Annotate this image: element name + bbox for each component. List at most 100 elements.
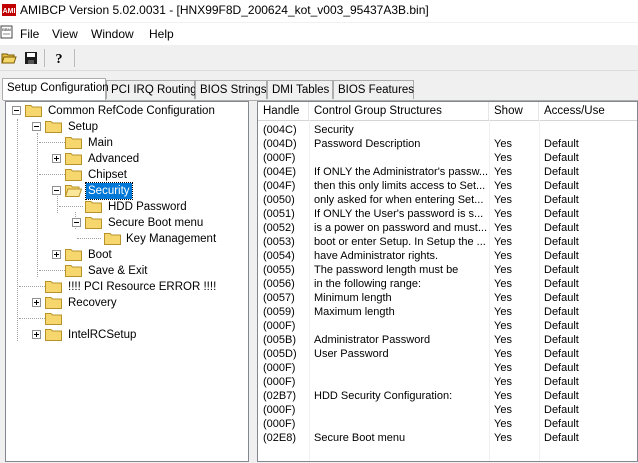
table-row[interactable]: (0050) only asked for when entering Set..… (258, 193, 637, 207)
cell-access-use: Default (544, 222, 579, 234)
collapse-icon[interactable] (52, 186, 61, 195)
cell-control-group: Secure Boot menu (314, 432, 406, 444)
column-header-handle[interactable]: Handle (258, 102, 309, 120)
tab-bios-strings[interactable]: BIOS Strings (195, 80, 267, 99)
cell-show: Yes (494, 418, 512, 430)
cell-handle: (0056) (263, 278, 295, 290)
tab-strip: Setup Configuration PCI IRQ Routing BIOS… (0, 78, 638, 100)
expand-icon[interactable] (52, 250, 61, 259)
table-row[interactable]: (000F) Yes Default (258, 375, 637, 389)
cell-handle: (0054) (263, 250, 295, 262)
svg-text:AMI: AMI (3, 8, 16, 15)
cell-control-group (309, 319, 489, 333)
cell-access-use: Default (544, 250, 579, 262)
cell-show: Yes (494, 390, 512, 402)
table-row[interactable]: (02E8) Secure Boot menu Yes Default (258, 431, 637, 445)
tab-bios-features[interactable]: BIOS Features (333, 80, 414, 99)
document-icon[interactable]: BBM (0, 25, 14, 39)
cell-access-use: Default (544, 180, 579, 192)
cell-control-group: then this only limits access to Set... (314, 180, 486, 192)
setup-tree[interactable]: Common RefCode Configuration Setup Main … (5, 101, 249, 462)
window-title: AMIBCP Version 5.02.0031 - [HNX99F8D_200… (20, 3, 429, 17)
table-row[interactable]: (0056) in the following range: Yes Default (258, 277, 637, 291)
tab-pci-irq-routing[interactable]: PCI IRQ Routing (106, 80, 197, 99)
expand-icon[interactable] (52, 154, 61, 163)
tree-selected-label: Security (85, 182, 133, 200)
help-button[interactable]: ? (50, 49, 68, 67)
menu-help[interactable]: Help (149, 27, 174, 41)
cell-show: Yes (494, 250, 512, 262)
collapse-icon[interactable] (12, 106, 21, 115)
cell-control-group: Minimum length (314, 292, 392, 304)
cell-access-use: Default (544, 376, 579, 388)
svg-text:?: ? (56, 52, 63, 66)
cell-handle: (005D) (263, 348, 297, 360)
save-button[interactable] (22, 49, 40, 67)
cell-access-use: Default (544, 390, 579, 402)
table-row[interactable]: (004E) If ONLY the Administrator's passw.… (258, 165, 637, 179)
table-row[interactable]: (0059) Maximum length Yes Default (258, 305, 637, 319)
cell-access-use: Default (544, 138, 579, 150)
cell-handle: (0053) (263, 236, 295, 248)
column-header-show[interactable]: Show (489, 102, 539, 120)
folder-icon (25, 105, 42, 117)
table-row[interactable]: (0051) If ONLY the User's password is s..… (258, 207, 637, 221)
cell-access-use: Default (544, 194, 579, 206)
cell-control-group: in the following range: (314, 278, 422, 290)
menu-bar: BBM File View Window Help (0, 23, 638, 45)
table-row[interactable]: (000F) Yes Default (258, 417, 637, 431)
table-row[interactable]: (000F) Yes Default (258, 319, 637, 333)
cell-show: Yes (494, 376, 512, 388)
table-row[interactable]: (02B7) HDD Security Configuration: Yes Defa… (258, 389, 637, 403)
folder-icon (104, 233, 121, 245)
folder-icon (85, 201, 102, 213)
cell-show: Yes (494, 432, 512, 444)
table-row[interactable]: (005D) User Password Yes Default (258, 347, 637, 361)
cell-show: Yes (494, 152, 512, 164)
table-row[interactable]: (004D) Password Description Yes Default (258, 137, 637, 151)
table-row[interactable]: (005B) Administrator Password Yes Default (258, 333, 637, 347)
folder-icon (45, 281, 62, 293)
table-row[interactable]: (0052) is a power on password and must...… (258, 221, 637, 235)
expand-icon[interactable] (32, 298, 41, 307)
cell-handle: (0055) (263, 264, 295, 276)
open-button[interactable] (0, 49, 18, 67)
menu-window[interactable]: Window (91, 27, 134, 41)
folder-icon (85, 217, 102, 229)
cell-show: Yes (494, 362, 512, 374)
table-row[interactable]: (000F) Yes Default (258, 151, 637, 165)
cell-handle: (004E) (263, 166, 297, 178)
table-row[interactable]: (004F) then this only limits access to Se… (258, 179, 637, 193)
cell-show: Yes (494, 208, 512, 220)
folder-icon (65, 169, 82, 181)
menu-view[interactable]: View (52, 27, 78, 41)
cell-show: Yes (494, 194, 512, 206)
collapse-icon[interactable] (72, 218, 81, 227)
column-header-access-use[interactable]: Access/Use (539, 102, 637, 120)
table-row[interactable]: (0054) have Administrator rights. Yes Defau… (258, 249, 637, 263)
tab-setup-configuration[interactable]: Setup Configuration (2, 78, 109, 100)
column-header-control-group[interactable]: Control Group Structures (309, 102, 489, 120)
menu-file[interactable]: File (20, 27, 39, 41)
table-row[interactable]: (000F) Yes Default (258, 403, 637, 417)
cell-control-group: If ONLY the Administrator's passw... (314, 166, 489, 178)
table-row[interactable]: (000F) Yes Default (258, 361, 637, 375)
cell-access-use (539, 123, 637, 137)
tab-dmi-tables[interactable]: DMI Tables (267, 80, 333, 99)
cell-control-group: have Administrator rights. (314, 250, 439, 262)
cell-handle: (000F) (263, 362, 296, 374)
cell-access-use: Default (544, 418, 579, 430)
control-group-grid[interactable]: Handle Control Group Structures Show Acc… (257, 101, 638, 462)
cell-handle: (0059) (263, 306, 295, 318)
table-row[interactable]: (0055) The password length must be Yes Defa… (258, 263, 637, 277)
cell-show: Yes (494, 320, 512, 332)
collapse-icon[interactable] (32, 122, 41, 131)
cell-control-group: User Password (314, 348, 389, 360)
table-row[interactable]: (0053) boot or enter Setup. In Setup the … (258, 235, 637, 249)
cell-handle: (005B) (263, 334, 297, 346)
table-row[interactable]: (004C) Security (258, 123, 637, 137)
cell-show: Yes (494, 264, 512, 276)
expand-icon[interactable] (32, 330, 41, 339)
cell-show: Yes (494, 292, 512, 304)
table-row[interactable]: (0057) Minimum length Yes Default (258, 291, 637, 305)
